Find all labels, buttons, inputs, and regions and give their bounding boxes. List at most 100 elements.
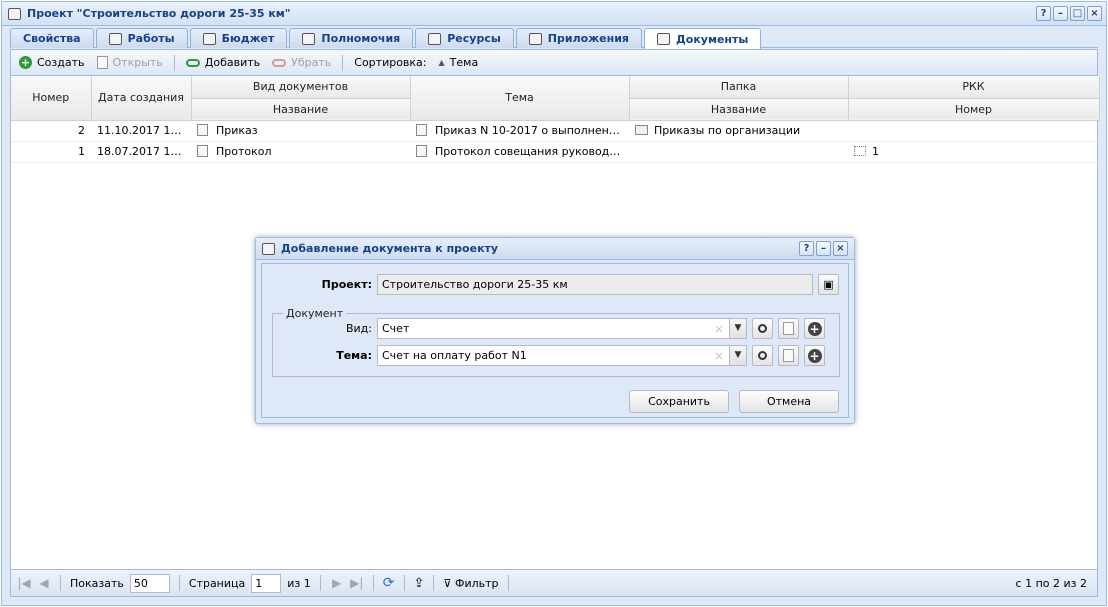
open-button[interactable]: Открыть	[93, 54, 167, 71]
project-label: Проект:	[321, 278, 372, 291]
tab-budget[interactable]: Бюджет	[189, 28, 288, 48]
project-row: Проект: Строительство дороги 25-35 км ▣	[272, 274, 839, 295]
tab-resources[interactable]: Ресурсы	[415, 28, 514, 48]
refresh-icon[interactable]: ⟳	[383, 575, 395, 591]
chevron-down-icon[interactable]: ▼	[729, 346, 746, 365]
tab-tasks[interactable]: Работы	[95, 28, 188, 48]
document-icon	[416, 145, 427, 157]
export-icon[interactable]: ⇪	[414, 576, 425, 591]
clear-icon[interactable]: ×	[714, 322, 724, 336]
registry-icon	[854, 146, 866, 156]
sort-subject-button[interactable]: ▲ Тема	[435, 54, 483, 71]
subject-add-button[interactable]: +	[804, 345, 825, 366]
subject-open-button[interactable]	[778, 345, 799, 366]
documents-grid: Номер Дата создания Вид документов Тема …	[11, 76, 1100, 163]
link-icon	[185, 58, 200, 67]
next-page-icon[interactable]: ▶	[330, 576, 344, 590]
prev-page-icon[interactable]: ◀	[37, 576, 51, 590]
project-icon: ▣	[823, 278, 834, 291]
subject-combobox[interactable]: Счет на оплату работ N1 × ▼	[377, 345, 747, 366]
pager-separator	[319, 575, 321, 591]
tab-permissions[interactable]: Полномочия	[289, 28, 414, 48]
type-row: Вид: Счет × ▼ +	[272, 318, 825, 339]
create-button[interactable]: + Создать	[15, 54, 89, 71]
search-icon	[758, 351, 767, 360]
table-row[interactable]: 1 18.07.2017 13:58 Протокол Протокол сов…	[11, 141, 1099, 163]
cancel-button[interactable]: Отмена	[739, 390, 839, 413]
close-icon[interactable]: ×	[833, 241, 848, 256]
window-header: Проект "Строительство дороги 25-35 км"	[2, 2, 1106, 26]
cell-number: 1	[11, 141, 91, 163]
subject-search-button[interactable]	[752, 345, 773, 366]
add-button[interactable]: Добавить	[182, 54, 264, 71]
project-icon	[8, 7, 21, 20]
column-number[interactable]: Номер	[11, 76, 92, 121]
page-count: из 1	[287, 576, 311, 590]
remove-label: Убрать	[291, 56, 332, 69]
tab-properties[interactable]: Свойства	[10, 28, 94, 48]
document-icon	[416, 124, 427, 136]
clear-icon[interactable]: ×	[714, 349, 724, 363]
create-label: Создать	[37, 56, 85, 69]
filter-label: Фильтр	[454, 576, 499, 590]
chevron-down-icon[interactable]: ▼	[729, 319, 746, 338]
save-button[interactable]: Сохранить	[629, 390, 729, 413]
page-size-input[interactable]	[129, 573, 170, 593]
dialog-tools: ? – ×	[799, 241, 848, 256]
cell-subject: Протокол совещания руководства ...	[410, 141, 629, 163]
column-rkk-number[interactable]: Номер	[848, 98, 1100, 121]
unlink-icon	[272, 58, 287, 67]
cell-folder	[629, 141, 848, 163]
document-type-icon	[197, 124, 208, 136]
help-icon[interactable]: ?	[799, 241, 814, 256]
minimize-icon[interactable]: –	[1053, 6, 1068, 21]
plus-icon: +	[807, 321, 822, 336]
type-open-button[interactable]	[778, 318, 799, 339]
open-label: Открыть	[112, 56, 163, 69]
document-icon	[783, 349, 794, 362]
tab-attachments[interactable]: Приложения	[515, 28, 642, 48]
tab-label: Ресурсы	[447, 32, 501, 45]
pager-separator	[507, 575, 509, 591]
page-input[interactable]	[251, 573, 282, 593]
tab-bar: Свойства Работы Бюджет Полномочия Ресурс…	[10, 26, 1098, 49]
close-icon[interactable]: ×	[1087, 6, 1102, 21]
maximize-icon[interactable]: □	[1070, 6, 1085, 21]
column-doc-type-name[interactable]: Название	[191, 98, 411, 121]
help-icon[interactable]: ?	[1036, 6, 1051, 21]
plus-icon: +	[807, 348, 822, 363]
first-page-icon[interactable]: |◀	[17, 576, 31, 590]
pager-separator	[178, 575, 180, 591]
cell-created: 18.07.2017 13:58	[91, 141, 191, 163]
tasks-icon	[108, 32, 122, 45]
cell-folder: Приказы по организации	[629, 120, 848, 142]
tab-documents[interactable]: Документы	[643, 28, 762, 49]
column-subject[interactable]: Тема	[410, 76, 630, 121]
cell-type: Протокол	[191, 141, 410, 163]
cell-type-text: Протокол	[216, 145, 272, 158]
remove-button[interactable]: Убрать	[268, 54, 335, 71]
toolbar-separator	[342, 54, 344, 71]
type-add-button[interactable]: +	[804, 318, 825, 339]
open-project-button[interactable]: ▣	[818, 274, 839, 295]
type-search-button[interactable]	[752, 318, 773, 339]
table-row[interactable]: 2 11.10.2017 14:14 Приказ Приказ N 10-20…	[11, 120, 1099, 142]
pager-separator	[60, 575, 61, 591]
pager-summary: с 1 по 2 из 2	[1015, 576, 1087, 590]
column-created[interactable]: Дата создания	[91, 76, 192, 121]
sort-asc-icon: ▲	[438, 58, 445, 67]
sort-label-text: Сортировка:	[354, 56, 427, 69]
sort-label: Сортировка:	[350, 54, 430, 71]
toolbar-separator	[173, 54, 175, 71]
tab-label: Приложения	[547, 32, 629, 45]
type-combobox[interactable]: Счет × ▼	[377, 318, 747, 339]
filter-icon: ⊽	[443, 576, 452, 590]
column-folder-name[interactable]: Название	[629, 98, 849, 121]
dialog-header: Добавление документа к проекту	[256, 238, 854, 260]
last-page-icon[interactable]: ▶|	[350, 576, 364, 590]
filter-button[interactable]: ⊽ Фильтр	[443, 577, 498, 590]
document-icon	[783, 322, 794, 335]
minimize-icon[interactable]: –	[816, 241, 831, 256]
add-document-dialog: Добавление документа к проекту ? – × Про…	[255, 237, 855, 424]
tab-label: Документы	[675, 32, 749, 46]
